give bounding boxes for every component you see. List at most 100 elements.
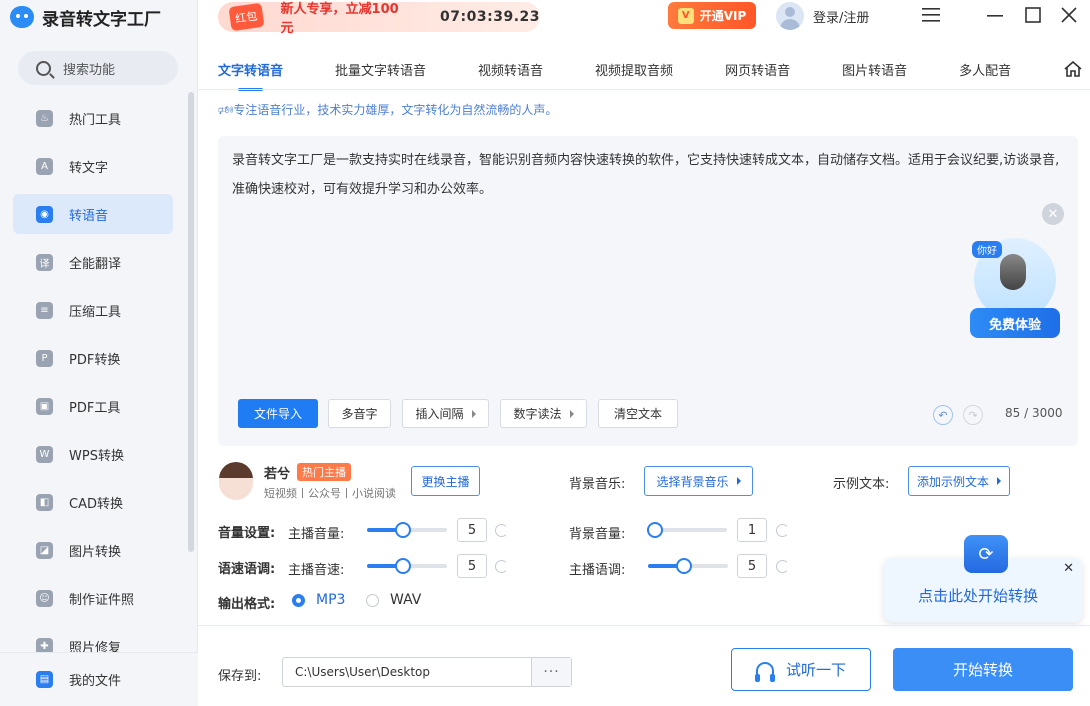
sidebar-item-2[interactable]: ◉ 转语音 [13, 194, 173, 234]
reset-icon[interactable] [495, 560, 508, 573]
bg-volume-value[interactable]: 1 [737, 518, 767, 542]
mp3-label[interactable]: MP3 [316, 592, 345, 608]
clear-close-icon[interactable]: ✕ [1042, 203, 1064, 225]
save-to-label: 保存到: [218, 669, 262, 684]
maximize-icon[interactable] [1022, 4, 1044, 26]
minimize-icon[interactable] [984, 4, 1006, 26]
bg-music-label: 背景音乐: [569, 477, 626, 492]
slider-handle[interactable] [395, 558, 411, 574]
reset-icon[interactable] [495, 524, 508, 537]
wav-label[interactable]: WAV [390, 592, 421, 608]
menu-icon[interactable] [920, 4, 942, 26]
editor-content[interactable]: 录音转文字工厂是一款支持实时在线录音，智能识别音频内容快速转换的软件，它支持快速… [232, 146, 1072, 204]
sidebar-scrollbar[interactable] [188, 92, 194, 552]
polyphone-button[interactable]: 多音字 [328, 399, 391, 428]
image-icon: ◪ [36, 541, 53, 559]
flame-icon: ♨ [36, 109, 53, 127]
login-button[interactable]: 登录/注册 [776, 2, 869, 30]
tab-5[interactable]: 图片转语音 [842, 60, 907, 90]
tab-1[interactable]: 批量文字转语音 [335, 60, 426, 90]
sidebar-item-3[interactable]: 译全能翻译 [13, 242, 173, 282]
anchor-speed-value[interactable]: 5 [457, 554, 487, 578]
anchor-avatar[interactable] [219, 462, 253, 500]
import-file-button[interactable]: 文件导入 [238, 399, 318, 428]
tab-6[interactable]: 多人配音 [959, 60, 1011, 90]
slider-handle[interactable] [676, 558, 692, 574]
reset-icon[interactable] [776, 560, 789, 573]
anchor-pitch-slider[interactable] [648, 558, 728, 574]
promo-banner[interactable]: 红包 新人专享，立减100元 07:03:39.23 [218, 2, 540, 36]
my-files-button[interactable]: ▤ 我的文件 [0, 652, 198, 706]
app-logo: 录音转文字工厂 [10, 4, 161, 30]
sidebar-item-label: 全能翻译 [69, 256, 122, 272]
sidebar-item-4[interactable]: ≡ 压缩工具 [13, 290, 173, 330]
home-icon[interactable] [1064, 60, 1082, 77]
sample-text-label: 示例文本: [833, 477, 890, 492]
free-trial-card[interactable]: 你好 免费体验 [970, 238, 1060, 338]
insert-pause-button[interactable]: 插入间隔 [402, 399, 489, 428]
hello-tag: 你好 [972, 241, 1002, 258]
mp3-radio[interactable] [292, 594, 305, 607]
anchor-volume-slider[interactable] [367, 522, 447, 538]
preview-listen-button[interactable]: 试听一下 [731, 648, 871, 691]
sidebar-item-9[interactable]: ◪ 图片转换 [13, 530, 173, 570]
free-trial-button[interactable]: 免费体验 [970, 308, 1060, 338]
clear-text-button[interactable]: 清空文本 [598, 399, 678, 428]
change-anchor-button[interactable]: 更换主播 [411, 466, 480, 496]
reset-icon[interactable] [776, 524, 789, 537]
avatar-icon [776, 2, 804, 30]
search-icon [36, 60, 51, 76]
add-sample-text-button[interactable]: 添加示例文本 [908, 466, 1010, 496]
number-reading-button[interactable]: 数字读法 [500, 399, 587, 428]
tab-2[interactable]: 视频转语音 [478, 60, 543, 90]
feature-tabs: 文字转语音 批量文字转语音 视频转语音 视频提取音频 网页转语音 图片转语音 多人配音 [218, 60, 1063, 91]
sidebar-item-6[interactable]: ▣ PDF工具 [13, 386, 173, 426]
close-icon[interactable] [1058, 4, 1080, 26]
sidebar-item-label: 图片转换 [69, 544, 122, 560]
file-icon: ▤ [36, 671, 53, 688]
sidebar-item-label: PDF工具 [69, 400, 121, 416]
tab-3[interactable]: 视频提取音频 [595, 60, 673, 90]
sidebar-item-7[interactable]: W WPS转换 [13, 434, 173, 474]
anchor-speed-slider[interactable] [367, 558, 447, 574]
sidebar-item-5[interactable]: P PDF转换 [13, 338, 173, 378]
anchor-volume-value[interactable]: 5 [457, 518, 487, 542]
convert-hand-icon: ⟳ [964, 535, 1008, 573]
save-path-field[interactable]: C:\Users\User\Desktop ··· [282, 657, 572, 687]
sidebar-item-1[interactable]: A 转文字 [13, 146, 173, 186]
caret-right-icon [736, 477, 741, 485]
wps-icon: W [36, 445, 53, 463]
bg-volume-slider[interactable] [647, 522, 727, 538]
undo-icon[interactable]: ↶ [933, 405, 953, 425]
slider-handle[interactable] [647, 522, 663, 538]
slider-handle[interactable] [395, 522, 411, 538]
import-file-label: 文件导入 [253, 407, 302, 421]
tab-0[interactable]: 文字转语音 [218, 60, 283, 91]
search-box[interactable]: 搜索功能 [18, 51, 178, 85]
vip-button[interactable]: V 开通VIP [668, 2, 756, 29]
select-bg-music-button[interactable]: 选择背景音乐 [644, 466, 753, 496]
tip-close-icon[interactable]: ✕ [1063, 561, 1074, 576]
tab-4[interactable]: 网页转语音 [725, 60, 790, 90]
sidebar-item-0[interactable]: ♨ 热门工具 [13, 98, 173, 138]
sidebar-item-10[interactable]: ☺ 制作证件照 [13, 578, 173, 618]
id-photo-icon: ☺ [36, 589, 53, 607]
wav-radio[interactable] [366, 594, 379, 607]
redo-icon[interactable]: ↷ [963, 405, 983, 425]
select-bg-music-label: 选择背景音乐 [656, 474, 729, 489]
my-files-label: 我的文件 [69, 674, 122, 689]
polyphone-label: 多音字 [341, 407, 378, 421]
sidebar-item-8[interactable]: ◧ CAD转换 [13, 482, 173, 522]
start-convert-button[interactable]: 开始转换 [893, 648, 1073, 691]
browse-folder-button[interactable]: ··· [531, 658, 571, 686]
preview-listen-label: 试听一下 [785, 661, 846, 679]
promo-countdown: 07:03:39.23 [440, 9, 540, 25]
start-convert-label: 开始转换 [952, 661, 1013, 679]
headphone-icon [754, 661, 775, 682]
cad-icon: ◧ [36, 493, 53, 511]
change-anchor-label: 更换主播 [421, 474, 470, 489]
hot-anchor-badge: 热门主播 [297, 463, 351, 481]
compress-icon: ≡ [36, 301, 53, 319]
anchor-pitch-value[interactable]: 5 [737, 554, 767, 578]
bottom-divider [198, 625, 1090, 626]
